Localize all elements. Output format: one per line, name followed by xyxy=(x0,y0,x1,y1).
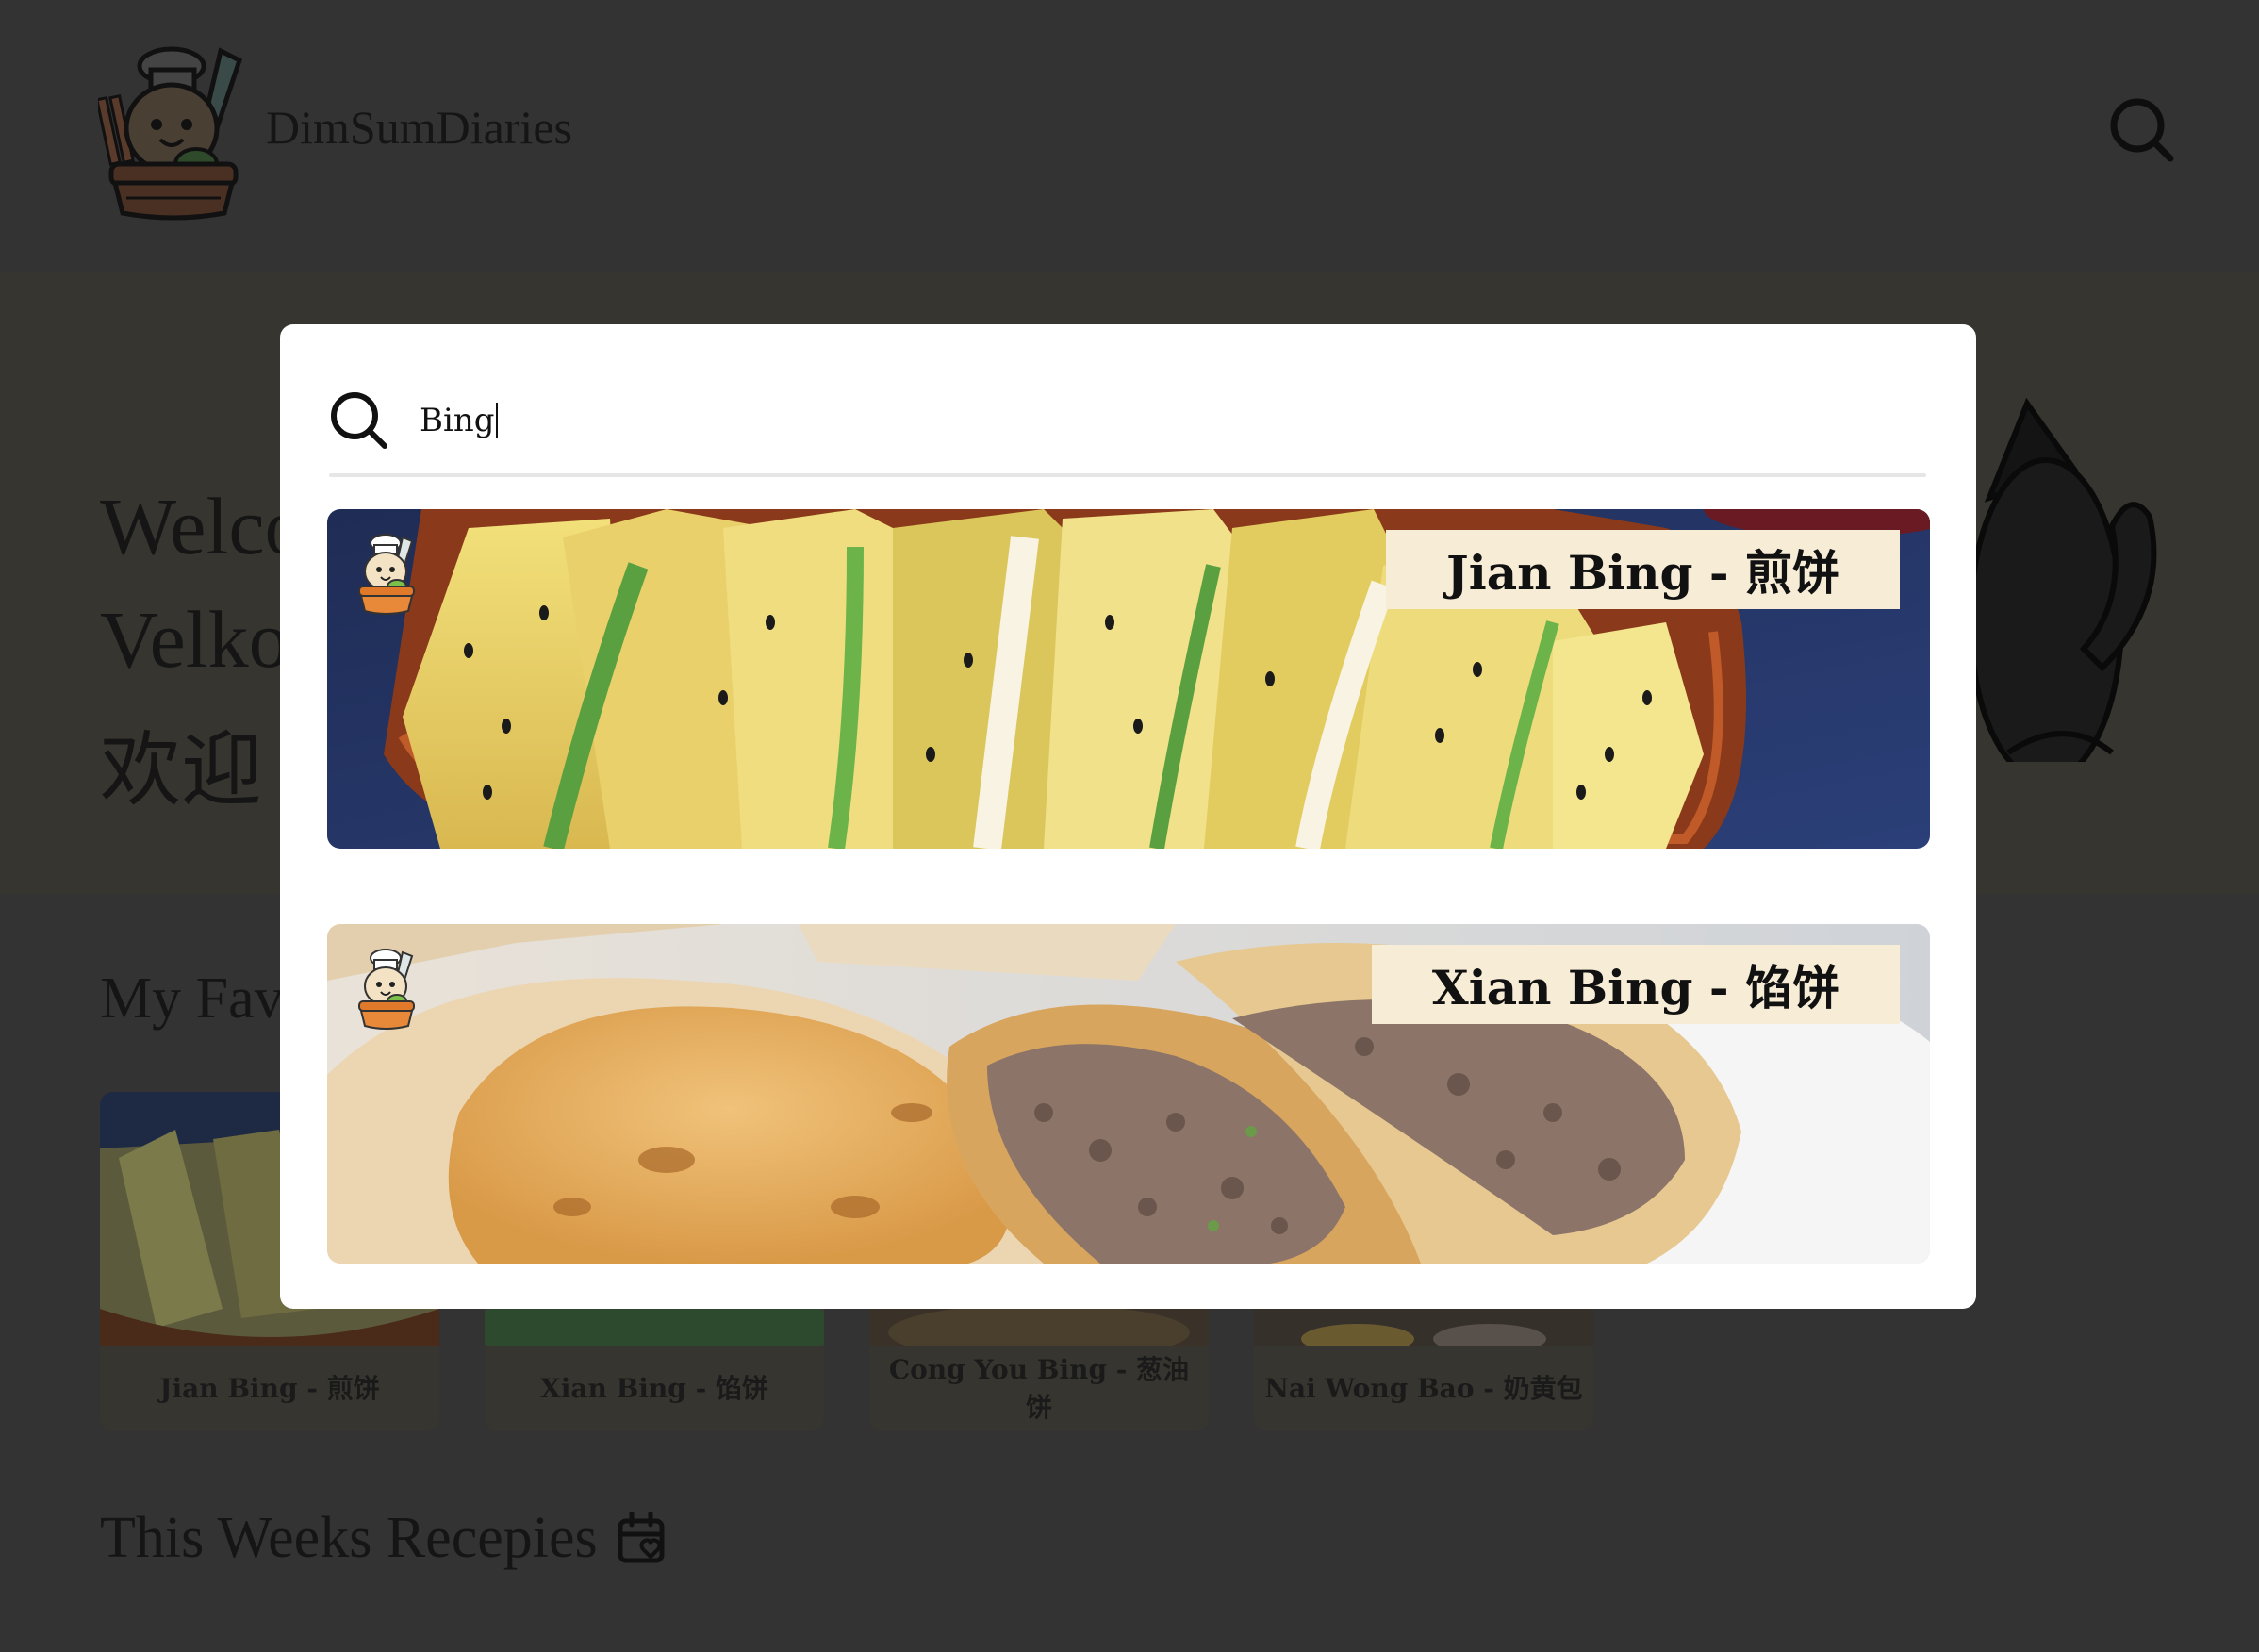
favorite-card-label: Xian Bing - 馅饼 xyxy=(540,1373,768,1404)
search-result-xian-bing[interactable]: Xian Bing - 馅饼 xyxy=(327,924,1930,1264)
search-modal: Bing Jian Bing - 煎饼 Xian Bing - 馅饼 xyxy=(280,324,1976,1309)
cat-illustration-icon xyxy=(1970,397,2157,762)
search-result-jian-bing[interactable]: Jian Bing - 煎饼 xyxy=(327,509,1930,849)
dimsum-mascot-badge-icon xyxy=(358,534,415,615)
weekly-recipes-title: This Weeks Recepies xyxy=(100,1506,598,1570)
calendar-heart-icon xyxy=(618,1511,665,1562)
search-input[interactable]: Bing xyxy=(420,394,1174,447)
search-divider xyxy=(329,473,1926,477)
text-caret xyxy=(495,403,498,438)
favorite-card-label: Nai Wong Bao - 奶黄包 xyxy=(1264,1373,1583,1404)
result-title: Xian Bing - 馅饼 xyxy=(1371,945,1900,1024)
hero-welcome-chinese: 欢迎 xyxy=(100,723,262,818)
weekly-recipes-heading: This Weeks Recepies xyxy=(100,1505,669,1572)
search-input-value: Bing xyxy=(420,402,495,439)
search-icon xyxy=(331,392,387,449)
favorite-card-label: Jian Bing - 煎饼 xyxy=(159,1373,380,1404)
favorites-title: My Fav xyxy=(100,966,284,1031)
hero-welcome-norwegian: Velko xyxy=(100,594,289,685)
hero-welcome-english: Welco xyxy=(100,481,305,571)
result-title: Jian Bing - 煎饼 xyxy=(1386,530,1900,609)
site-header: DimSumDiaries xyxy=(0,0,2259,272)
dimsum-mascot-logo-icon[interactable] xyxy=(98,41,249,221)
dimsum-mascot-badge-icon xyxy=(358,949,415,1030)
brand-name[interactable]: DimSumDiaries xyxy=(266,100,572,155)
search-icon[interactable] xyxy=(2108,96,2176,164)
favorite-card-label: Cong You Bing - 葱油饼 xyxy=(888,1354,1190,1423)
